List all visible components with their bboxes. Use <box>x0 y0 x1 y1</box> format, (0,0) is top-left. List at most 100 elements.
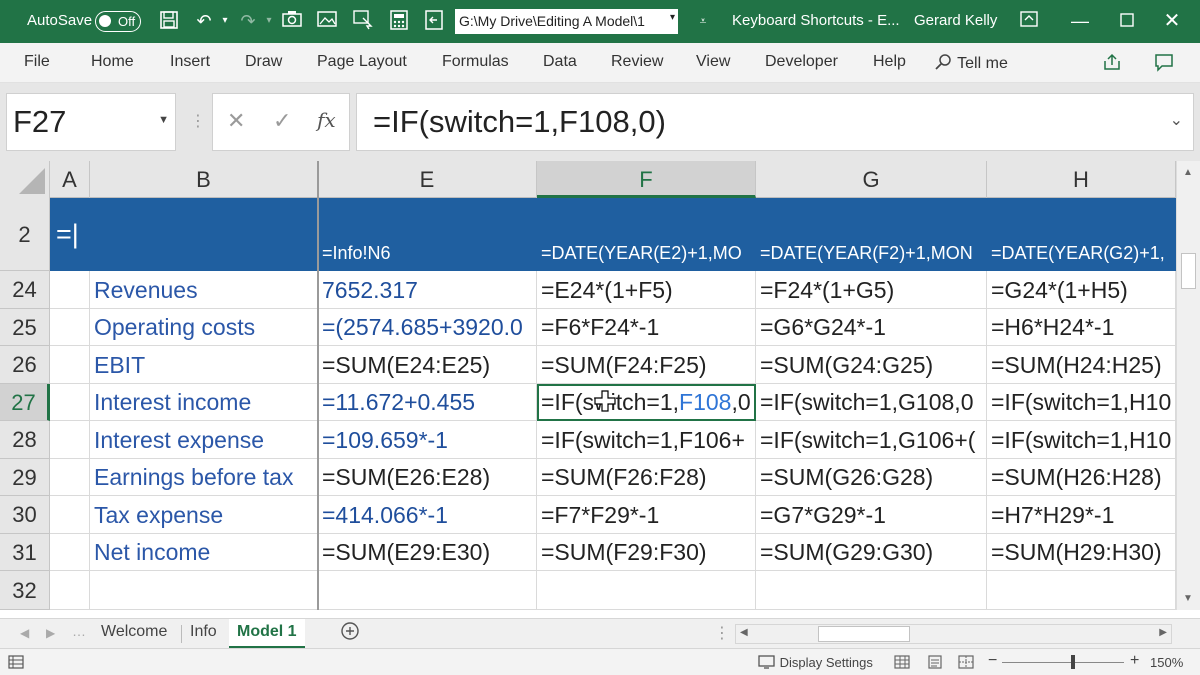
cell-f24[interactable]: =E24*(1+F5) <box>537 271 756 309</box>
row-header-31[interactable]: 31 <box>0 534 50 571</box>
cell-b32[interactable] <box>90 571 318 610</box>
cell-f26[interactable]: =SUM(F24:F25) <box>537 346 756 384</box>
cell-f32[interactable] <box>537 571 756 610</box>
calculator-icon[interactable] <box>388 10 410 32</box>
tab-data[interactable]: Data <box>543 53 577 71</box>
row-header-26[interactable]: 26 <box>0 346 50 384</box>
tab-splitter-icon[interactable]: ⋮ <box>714 623 730 643</box>
tell-me[interactable]: Tell me <box>935 53 1008 73</box>
tab-insert[interactable]: Insert <box>170 53 210 71</box>
cancel-icon[interactable]: ✕ <box>227 108 245 134</box>
camera-icon[interactable] <box>281 10 303 32</box>
cell-a31[interactable] <box>50 534 90 571</box>
add-sheet-icon[interactable] <box>340 621 360 646</box>
vertical-scrollbar[interactable]: ▲ ▼ <box>1176 161 1200 610</box>
cell-b29[interactable]: Earnings before tax <box>90 459 318 496</box>
tab-home[interactable]: Home <box>91 53 134 71</box>
cell-g29[interactable]: =SUM(G26:G28) <box>756 459 987 496</box>
zoom-in-button[interactable]: + <box>1130 652 1139 670</box>
cell-b25[interactable]: Operating costs <box>90 309 318 346</box>
cell-g24[interactable]: =F24*(1+G5) <box>756 271 987 309</box>
file-path-box[interactable]: G:\My Drive\Editing A Model\1 ▾ <box>455 9 678 34</box>
row-header-27[interactable]: 27 <box>0 384 50 421</box>
zoom-slider[interactable] <box>1002 662 1124 663</box>
cell-e25[interactable]: =(2574.685+3920.0 <box>318 309 537 346</box>
cell-e27[interactable]: =11.672+0.455 <box>318 384 537 421</box>
cell-b28[interactable]: Interest expense <box>90 421 318 459</box>
cell-h28[interactable]: =IF(switch=1,H10 <box>987 421 1176 459</box>
column-header-f[interactable]: F <box>537 161 756 198</box>
close-icon[interactable]: ✕ <box>1161 10 1183 32</box>
cell-g25[interactable]: =G6*G24*-1 <box>756 309 987 346</box>
prev-sheet-icon[interactable]: ◀ <box>20 626 29 640</box>
cell-f31[interactable]: =SUM(F29:F30) <box>537 534 756 571</box>
cell-g30[interactable]: =G7*G29*-1 <box>756 496 987 534</box>
tab-formulas[interactable]: Formulas <box>442 53 509 71</box>
display-settings-button[interactable]: Display Settings <box>758 655 873 670</box>
cell-h26[interactable]: =SUM(H24:H25) <box>987 346 1176 384</box>
column-header-b[interactable]: B <box>90 161 318 198</box>
ribbon-display-icon[interactable] <box>1018 10 1040 32</box>
cell-a32[interactable] <box>50 571 90 610</box>
cell-e30[interactable]: =414.066*-1 <box>318 496 537 534</box>
undo-dropdown-icon[interactable]: ▾ <box>214 10 236 32</box>
row-header-2[interactable]: 2 <box>0 198 50 271</box>
row-header-24[interactable]: 24 <box>0 271 50 309</box>
row-header-29[interactable]: 29 <box>0 459 50 496</box>
cell-h30[interactable]: =H7*H29*-1 <box>987 496 1176 534</box>
tab-view[interactable]: View <box>696 53 730 71</box>
scroll-right-icon[interactable]: ▶ <box>1159 627 1167 638</box>
tab-review[interactable]: Review <box>611 53 663 71</box>
name-box[interactable]: F27 ▼ <box>6 93 176 151</box>
picture-icon[interactable] <box>316 10 338 32</box>
cell-e24[interactable]: 7652.317 <box>318 271 537 309</box>
cell-h29[interactable]: =SUM(H26:H28) <box>987 459 1176 496</box>
cell-b31[interactable]: Net income <box>90 534 318 571</box>
row-header-28[interactable]: 28 <box>0 421 50 459</box>
cell-b27[interactable]: Interest income <box>90 384 318 421</box>
cell-g26[interactable]: =SUM(G24:G25) <box>756 346 987 384</box>
cell-e26[interactable]: =SUM(E24:E25) <box>318 346 537 384</box>
formula-input[interactable]: =IF(switch=1,F108,0) ⌄ <box>356 93 1194 151</box>
zoom-out-button[interactable]: − <box>988 652 997 670</box>
tab-help[interactable]: Help <box>873 53 906 71</box>
page-break-view-icon[interactable] <box>958 655 974 672</box>
select-all-button[interactable] <box>0 161 50 198</box>
cell-e29[interactable]: =SUM(E26:E28) <box>318 459 537 496</box>
maximize-icon[interactable] <box>1116 10 1138 32</box>
tab-draw[interactable]: Draw <box>245 53 282 71</box>
sheet-tab-welcome[interactable]: Welcome <box>101 623 167 641</box>
pointer-icon[interactable] <box>352 10 374 32</box>
more-sheets-icon[interactable]: … <box>72 623 86 639</box>
cell-g32[interactable] <box>756 571 987 610</box>
scroll-down-icon[interactable]: ▼ <box>1183 593 1193 604</box>
comments-icon[interactable] <box>1154 52 1174 77</box>
cell-f2[interactable]: =DATE(YEAR(E2)+1,MO <box>537 198 756 271</box>
cell-e32[interactable] <box>318 571 537 610</box>
form-icon[interactable] <box>423 10 445 32</box>
customize-toolbar-icon[interactable]: ⩡ <box>692 10 714 32</box>
row-header-32[interactable]: 32 <box>0 571 50 610</box>
sheet-tab-info[interactable]: Info <box>190 623 217 641</box>
cell-h27[interactable]: =IF(switch=1,H10 <box>987 384 1176 421</box>
scroll-up-icon[interactable]: ▲ <box>1183 167 1193 178</box>
cell-f30[interactable]: =F7*F29*-1 <box>537 496 756 534</box>
cell-g27[interactable]: =IF(switch=1,G108,0 <box>756 384 987 421</box>
cell-a30[interactable] <box>50 496 90 534</box>
expand-formula-bar-icon[interactable]: ⌄ <box>1170 110 1183 130</box>
cell-a26[interactable] <box>50 346 90 384</box>
cell-h24[interactable]: =G24*(1+H5) <box>987 271 1176 309</box>
cell-b26[interactable]: EBIT <box>90 346 318 384</box>
cell-a27[interactable] <box>50 384 90 421</box>
page-layout-view-icon[interactable] <box>927 655 943 672</box>
cell-f29[interactable]: =SUM(F26:F28) <box>537 459 756 496</box>
vertical-scroll-thumb[interactable] <box>1181 253 1196 289</box>
tab-developer[interactable]: Developer <box>765 53 838 71</box>
next-sheet-icon[interactable]: ▶ <box>46 626 55 640</box>
share-icon[interactable] <box>1102 52 1122 77</box>
cell-e31[interactable]: =SUM(E29:E30) <box>318 534 537 571</box>
user-name[interactable]: Gerard Kelly <box>914 12 997 29</box>
cell-b30[interactable]: Tax expense <box>90 496 318 534</box>
cell-a2[interactable]: =| <box>50 198 318 271</box>
cell-h25[interactable]: =H6*H24*-1 <box>987 309 1176 346</box>
